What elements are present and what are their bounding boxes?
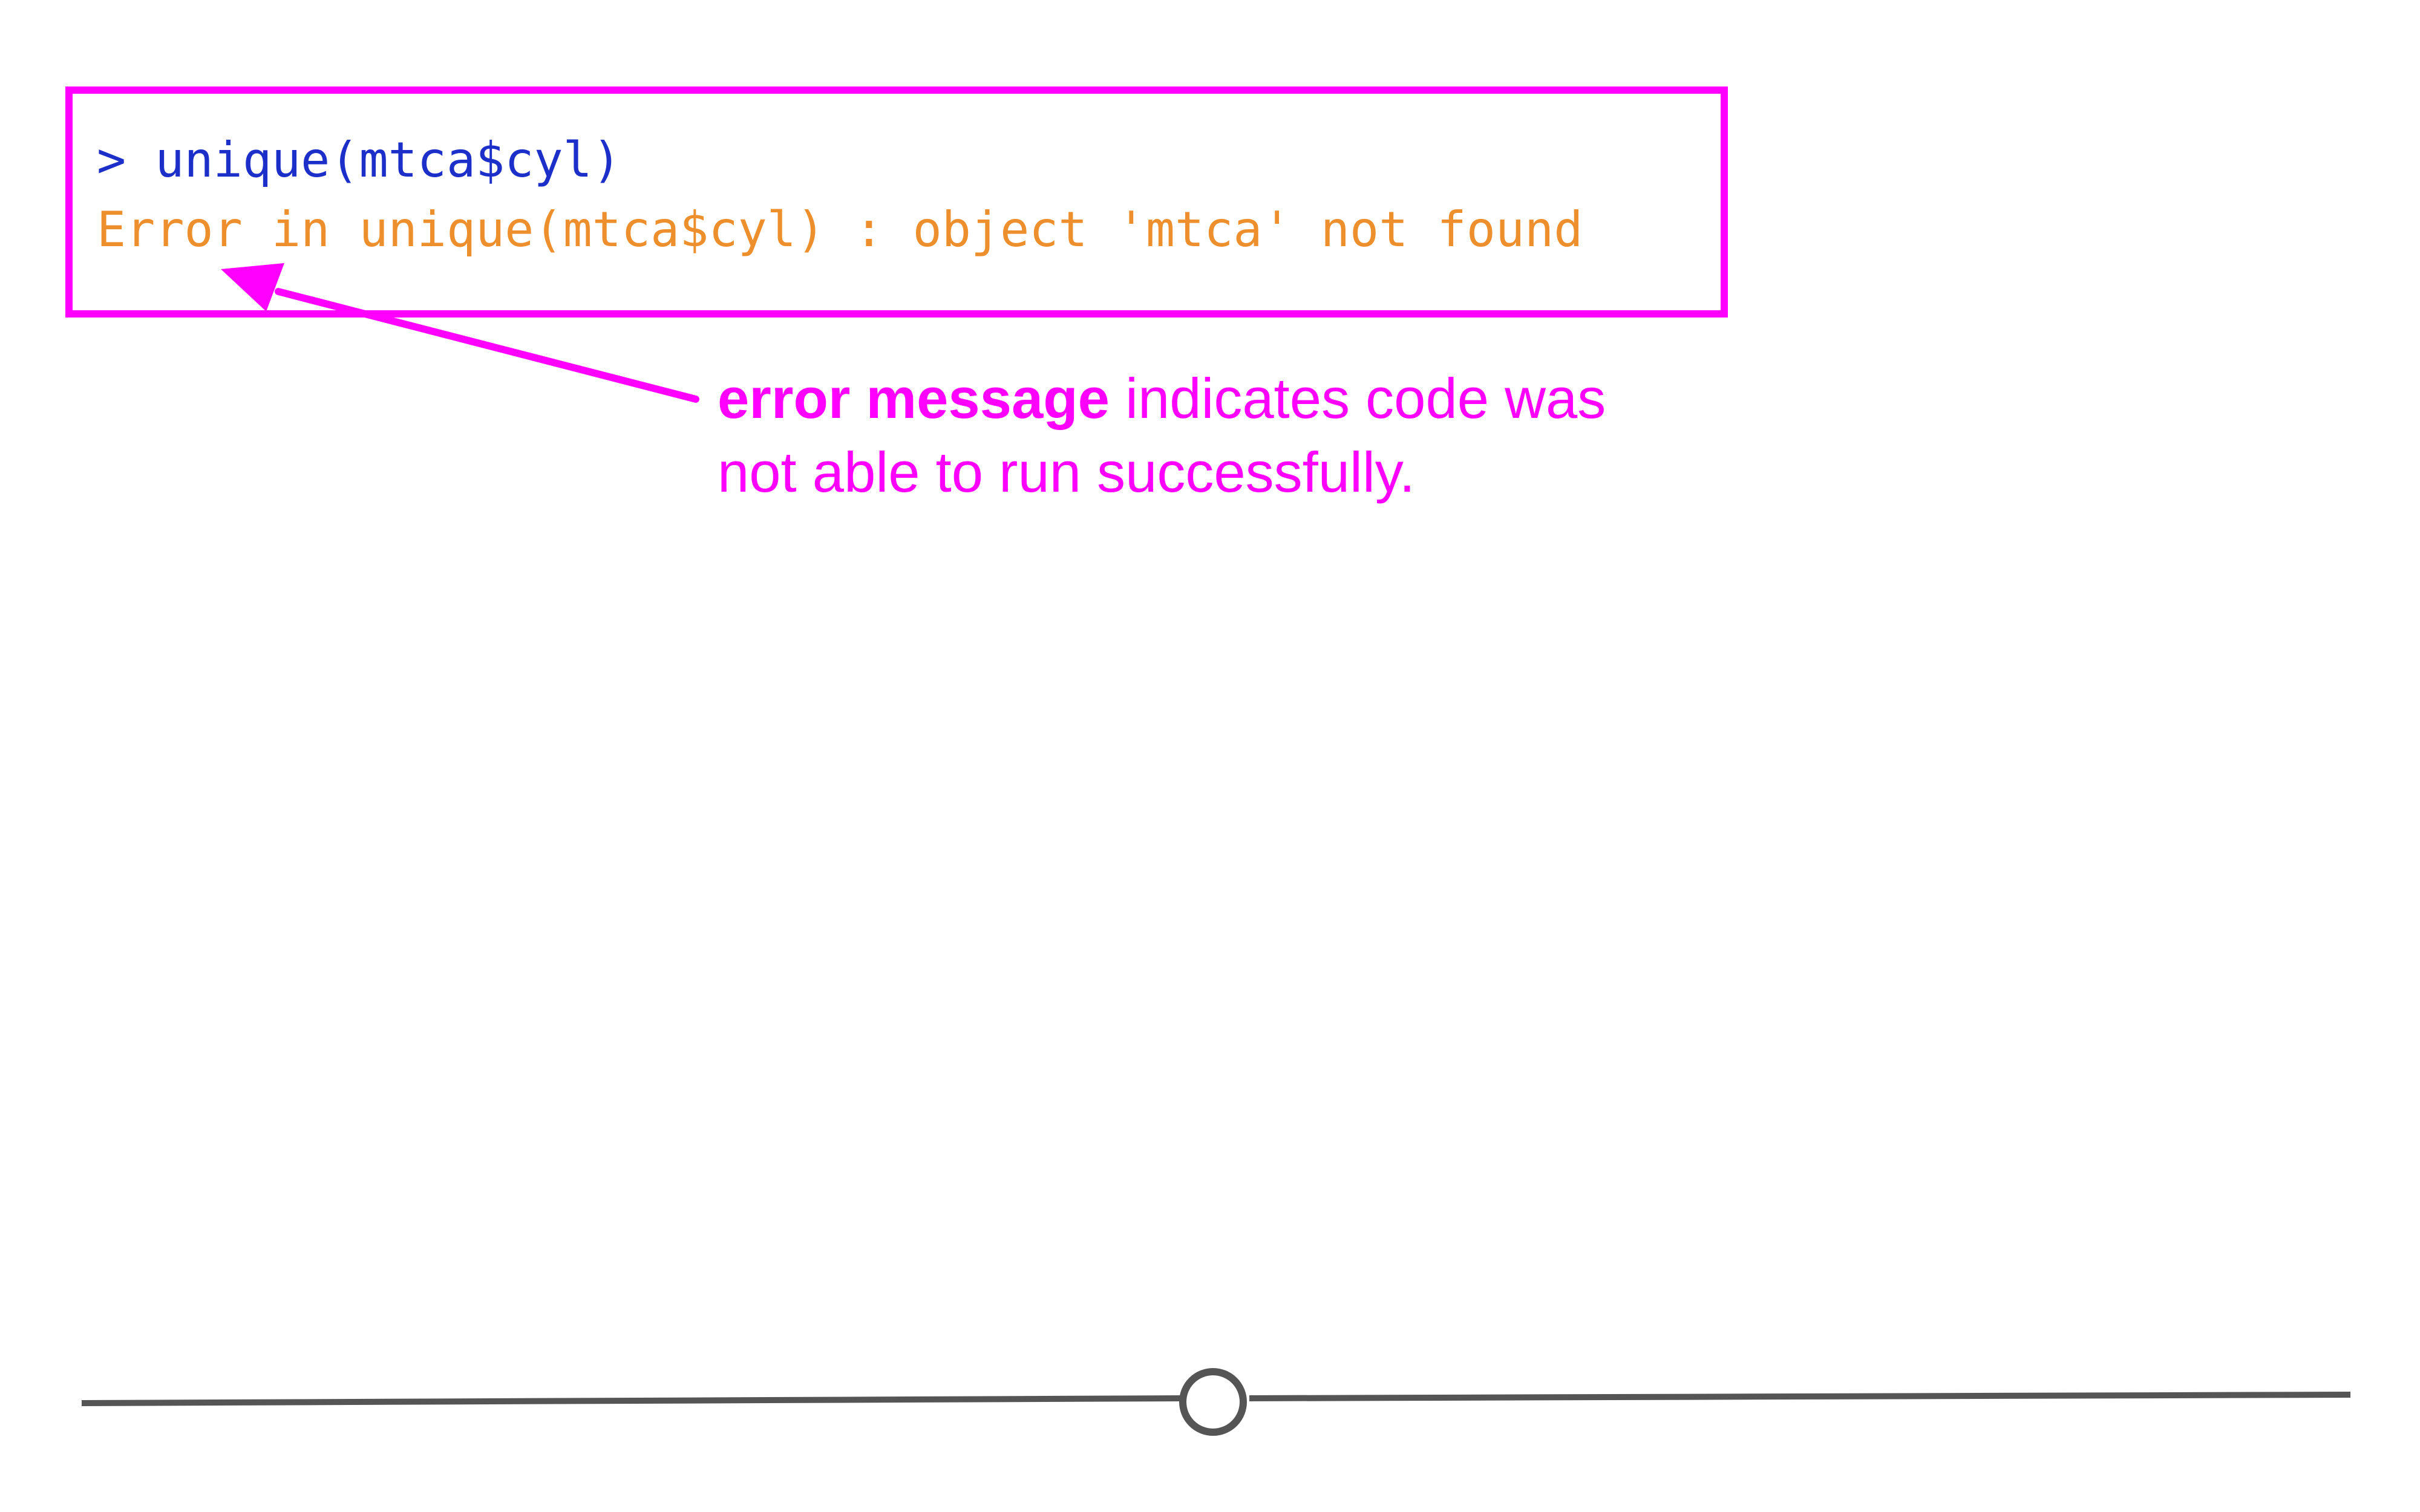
annotation-text: error message indicates code was not abl…: [718, 362, 1686, 509]
console-error-line: Error in unique(mtca$cyl) : object 'mtca…: [97, 201, 1583, 258]
console-output-box: > unique(mtca$cyl) Error in unique(mtca$…: [65, 86, 1728, 318]
annotation-bold-text: error message: [718, 367, 1110, 430]
console-command-line: > unique(mtca$cyl): [97, 132, 621, 188]
timeline-slider-handle[interactable]: [1180, 1372, 1246, 1438]
